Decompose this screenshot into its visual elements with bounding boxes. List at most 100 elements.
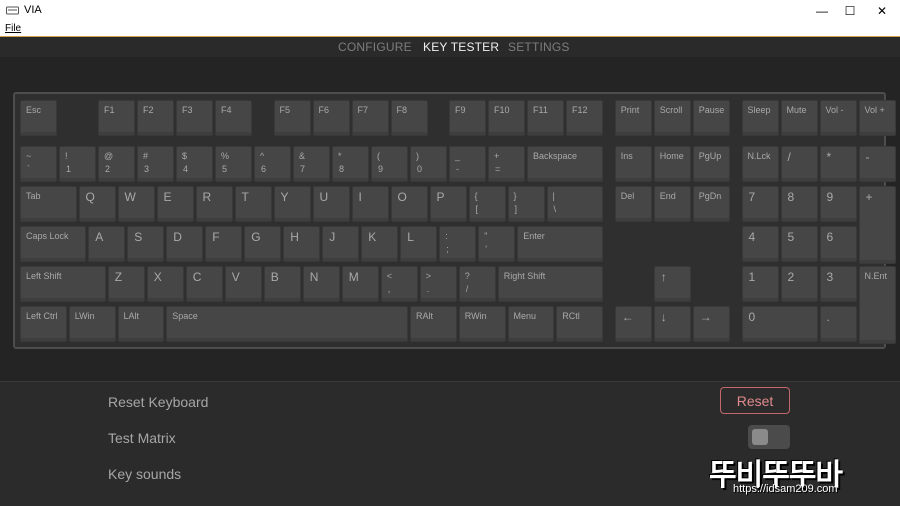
key-j[interactable]: J (322, 226, 360, 262)
key-np-plus[interactable]: + (858, 186, 896, 264)
key-np3[interactable]: 3 (819, 266, 857, 302)
key-k[interactable]: K (361, 226, 399, 262)
key-equal[interactable]: + = (488, 146, 525, 182)
maximize-button[interactable]: ☐ (833, 0, 867, 22)
key-semicolon[interactable]: :; (439, 226, 477, 262)
key-np-dot[interactable]: . (819, 306, 857, 342)
key-right[interactable]: → (692, 306, 730, 342)
key-9[interactable]: (9 (371, 146, 408, 182)
key-pause[interactable]: Pause (692, 100, 730, 136)
key-np-minus[interactable]: - (858, 146, 896, 182)
key-p[interactable]: P (429, 186, 467, 222)
key-np9[interactable]: 9 (819, 186, 857, 222)
menu-file[interactable]: File (5, 23, 21, 34)
key-caps[interactable]: Caps Lock (20, 226, 87, 262)
key-period[interactable]: >. (419, 266, 457, 302)
key-lwin[interactable]: LWin (68, 306, 116, 342)
key-f6[interactable]: F6 (312, 100, 350, 136)
key-o[interactable]: O (390, 186, 428, 222)
key-z[interactable]: Z (107, 266, 145, 302)
key-np-star[interactable]: * (819, 146, 857, 182)
key-q[interactable]: Q (78, 186, 116, 222)
key-tab[interactable]: Tab (20, 186, 77, 222)
key-rctl[interactable]: RCtl (556, 306, 603, 342)
key-lshift[interactable]: Left Shift (20, 266, 106, 302)
key-menu[interactable]: Menu (507, 306, 555, 342)
key-esc[interactable]: Esc (20, 100, 57, 136)
key-vol-down[interactable]: Vol - (819, 100, 857, 136)
key-ralt[interactable]: RAlt (410, 306, 457, 342)
key-space[interactable]: Space (166, 306, 408, 342)
key-vol-up[interactable]: Vol + (858, 100, 896, 136)
key-f7[interactable]: F7 (351, 100, 389, 136)
key-left[interactable]: ← (614, 306, 652, 342)
key-f5[interactable]: F5 (273, 100, 311, 136)
key-6[interactable]: ^ 6 (254, 146, 291, 182)
key-np0[interactable]: 0 (741, 306, 818, 342)
key-f1[interactable]: F1 (98, 100, 135, 136)
tab-configure[interactable]: CONFIGURE (338, 40, 412, 54)
key-1[interactable]: ! 1 (59, 146, 96, 182)
key-backslash[interactable]: | \ (546, 186, 603, 222)
key-c[interactable]: C (185, 266, 223, 302)
key-2[interactable]: @2 (98, 146, 135, 182)
key-np7[interactable]: 7 (741, 186, 779, 222)
key-down[interactable]: ↓ (653, 306, 691, 342)
key-enter[interactable]: Enter (517, 226, 603, 262)
key-sleep[interactable]: Sleep (741, 100, 779, 136)
key-np4[interactable]: 4 (741, 226, 779, 262)
key-d[interactable]: D (166, 226, 204, 262)
tab-settings[interactable]: SETTINGS (508, 40, 570, 54)
key-up[interactable]: ↑ (653, 266, 691, 302)
key-np-enter[interactable]: N.Ent (858, 266, 896, 344)
key-f10[interactable]: F10 (488, 100, 525, 136)
key-8[interactable]: * 8 (332, 146, 369, 182)
key-y[interactable]: Y (273, 186, 311, 222)
key-np5[interactable]: 5 (780, 226, 818, 262)
key-f11[interactable]: F11 (527, 100, 564, 136)
key-home[interactable]: Home (653, 146, 691, 182)
key-b[interactable]: B (263, 266, 301, 302)
key-lbracket[interactable]: {[ (468, 186, 506, 222)
key-h[interactable]: H (283, 226, 321, 262)
key-minus[interactable]: _ - (449, 146, 486, 182)
key-x[interactable]: X (146, 266, 184, 302)
key-np1[interactable]: 1 (741, 266, 779, 302)
key-f4[interactable]: F4 (215, 100, 252, 136)
key-np8[interactable]: 8 (780, 186, 818, 222)
key-comma[interactable]: <, (380, 266, 418, 302)
key-s[interactable]: S (127, 226, 165, 262)
key-v[interactable]: V (224, 266, 262, 302)
key-f8[interactable]: F8 (390, 100, 428, 136)
key-f9[interactable]: F9 (449, 100, 486, 136)
key-i[interactable]: I (351, 186, 389, 222)
key-lctrl[interactable]: Left Ctrl (20, 306, 67, 342)
key-l[interactable]: L (400, 226, 438, 262)
key-f[interactable]: F (205, 226, 243, 262)
key-3[interactable]: #3 (137, 146, 174, 182)
key-rwin[interactable]: RWin (458, 306, 506, 342)
key-t[interactable]: T (234, 186, 272, 222)
close-button[interactable]: ✕ (865, 0, 899, 22)
key-np-slash[interactable]: / (780, 146, 818, 182)
key-backspace[interactable]: Backspace (527, 146, 603, 182)
key-f12[interactable]: F12 (566, 100, 603, 136)
key-4[interactable]: $4 (176, 146, 213, 182)
key-mute[interactable]: Mute (780, 100, 818, 136)
key-rbracket[interactable]: }] (507, 186, 545, 222)
key-m[interactable]: M (341, 266, 379, 302)
test-matrix-toggle[interactable] (748, 425, 790, 449)
key-e[interactable]: E (156, 186, 194, 222)
key-np2[interactable]: 2 (780, 266, 818, 302)
key-np6[interactable]: 6 (819, 226, 857, 262)
key-r[interactable]: R (195, 186, 233, 222)
key-g[interactable]: G (244, 226, 282, 262)
key-0[interactable]: ) 0 (410, 146, 447, 182)
key-numlock[interactable]: N.Lck (741, 146, 779, 182)
key-a[interactable]: A (88, 226, 126, 262)
key-grave[interactable]: ~ ` (20, 146, 57, 182)
key-ins[interactable]: Ins (614, 146, 652, 182)
key-pgdn[interactable]: PgDn (692, 186, 730, 222)
key-f2[interactable]: F2 (137, 100, 174, 136)
key-w[interactable]: W (117, 186, 155, 222)
